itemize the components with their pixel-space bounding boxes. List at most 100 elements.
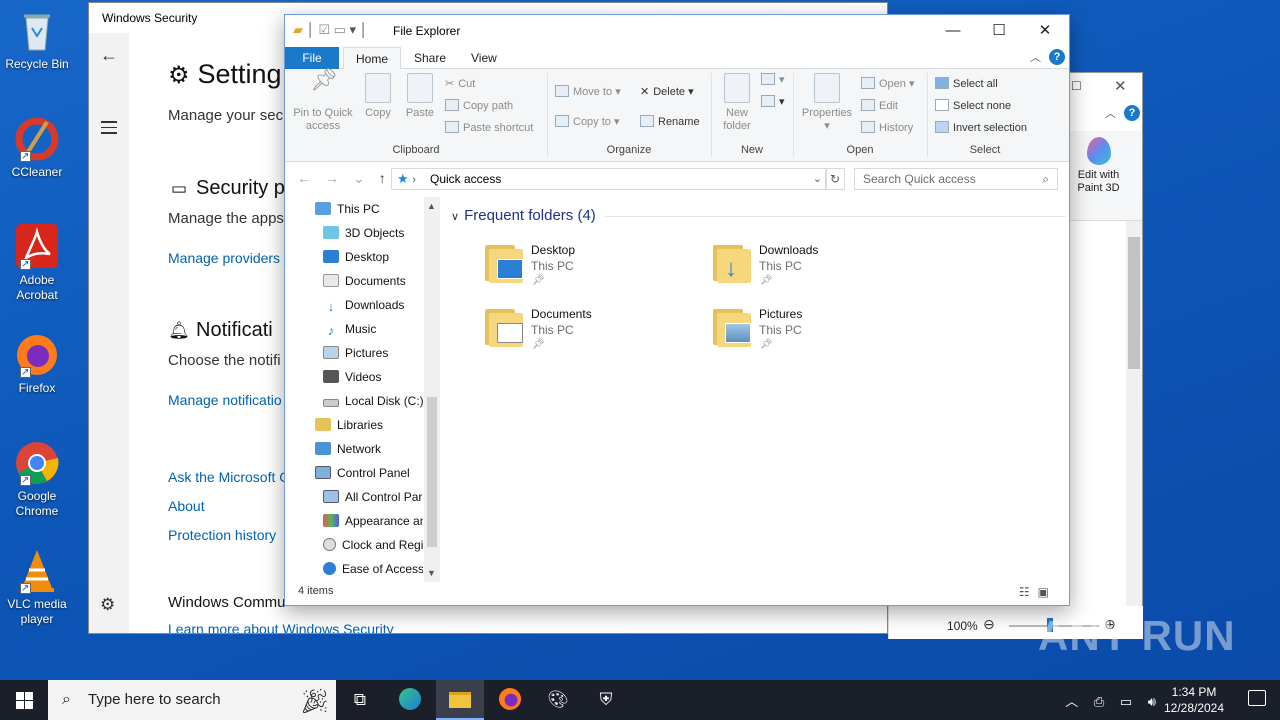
nav-item-pictures[interactable]: Pictures xyxy=(323,341,388,365)
folder-tile-downloads[interactable]: ↓ Downloads This PC 📌︎ xyxy=(713,239,933,299)
explorer-titlebar: ▰ │ ☑ ▭ ▾ │ File Explorer — ☐ ✕ xyxy=(285,15,1069,47)
desktop-icon-recycle-bin[interactable]: Recycle Bin xyxy=(4,8,70,72)
tab-view[interactable]: View xyxy=(459,47,509,69)
file-explorer-taskbar-icon[interactable] xyxy=(436,680,484,720)
select-none-button[interactable]: Select none xyxy=(935,99,1011,112)
videos-icon xyxy=(323,370,339,383)
open-button[interactable]: Open ▾ xyxy=(861,77,915,90)
quick-access-toolbar[interactable]: ▰ │ ☑ ▭ ▾ │ xyxy=(293,22,368,38)
invert-selection-button[interactable]: Invert selection xyxy=(935,121,1027,134)
nav-item-control-panel[interactable]: Control Panel xyxy=(315,461,410,485)
paste-shortcut-button[interactable]: Paste shortcut xyxy=(445,121,533,134)
new-item-icon[interactable]: ▾ xyxy=(761,73,785,86)
folder-tile-desktop[interactable]: Desktop This PC 📌︎ xyxy=(485,239,705,299)
edit-button[interactable]: Edit xyxy=(861,99,898,112)
manage-notifications-link[interactable]: Manage notificatio xyxy=(168,392,282,408)
folder-tile-documents[interactable]: Documents This PC 📌︎ xyxy=(485,303,705,363)
minimize-icon[interactable]: — xyxy=(930,19,976,43)
view-mode-icons[interactable]: ☷▣ xyxy=(1019,585,1057,599)
nav-item-ease-of-access[interactable]: Ease of Access xyxy=(323,557,423,581)
nav-item-music[interactable]: ♪ Music xyxy=(323,317,377,341)
taskbar-search-box[interactable]: ⌕ Type here to search 🎉︎ xyxy=(48,680,336,720)
desktop-icon-firefox[interactable]: Firefox xyxy=(4,332,70,396)
address-dropdown-icon[interactable]: ⌄ xyxy=(813,169,822,189)
help-icon[interactable]: ? xyxy=(1124,105,1140,121)
tab-home[interactable]: Home xyxy=(343,47,402,70)
nav-item-documents[interactable]: Documents xyxy=(323,269,406,293)
nav-item-network[interactable]: Network xyxy=(315,437,381,461)
address-bar[interactable]: ★ › Quick access ⌄ xyxy=(391,168,827,190)
close-icon[interactable]: ✕ xyxy=(1114,77,1127,95)
nav-item-3d-objects[interactable]: 3D Objects xyxy=(323,221,404,245)
zoom-out-icon[interactable]: ⊖ xyxy=(983,616,995,633)
nav-item-this-pc[interactable]: This PC xyxy=(315,197,380,221)
ask-microsoft-link[interactable]: Ask the Microsoft C xyxy=(168,469,289,485)
maximize-icon[interactable]: ☐ xyxy=(1071,79,1082,93)
cut-button[interactable]: ✂ Cut xyxy=(445,77,475,90)
search-input[interactable]: Search Quick access ⌕ xyxy=(854,168,1058,190)
easy-access-icon[interactable]: ▾ xyxy=(761,95,785,108)
desktop-icon-ccleaner[interactable]: CCleaner xyxy=(4,116,70,180)
refresh-icon[interactable]: ↻ xyxy=(825,168,845,190)
about-link[interactable]: About xyxy=(168,498,205,514)
this-pc-icon xyxy=(315,202,331,215)
nav-item-clock-region[interactable]: Clock and Regi xyxy=(323,533,423,557)
back-arrow-icon[interactable]: ← xyxy=(100,45,118,66)
vertical-scrollbar[interactable] xyxy=(1126,221,1142,638)
home-ribbon: 📌︎ Pin to Quick access Copy Paste ✂ Cut C… xyxy=(285,69,1069,162)
tray-icons[interactable]: ︿ ⎙ ▭ 🔊︎ xyxy=(1065,691,1162,710)
select-all-button[interactable]: Select all xyxy=(935,77,998,90)
manage-providers-link[interactable]: Manage providers xyxy=(168,250,280,266)
nav-item-desktop[interactable]: Desktop xyxy=(323,245,389,269)
notification-icon[interactable] xyxy=(1248,690,1266,706)
navigation-pane: This PC 3D Objects Desktop Documents ↓ Do… xyxy=(285,197,439,582)
scroll-down-icon[interactable]: ▼ xyxy=(427,568,436,578)
nav-item-appearance[interactable]: Appearance an xyxy=(323,509,423,533)
edge-taskbar-icon[interactable] xyxy=(386,680,434,720)
firefox-taskbar-icon[interactable] xyxy=(486,680,534,720)
tab-file[interactable]: File xyxy=(285,47,339,69)
desktop-icon-vlc[interactable]: VLC media player xyxy=(4,548,70,627)
desktop-icon-adobe-acrobat[interactable]: Adobe Acrobat xyxy=(4,224,70,303)
close-icon[interactable]: ✕ xyxy=(1022,19,1068,43)
copy-to-button[interactable]: Copy to ▾ xyxy=(555,115,620,128)
new-folder-button[interactable]: New folder xyxy=(715,73,759,133)
nav-item-downloads[interactable]: ↓ Downloads xyxy=(323,293,405,317)
move-to-button[interactable]: Move to ▾ xyxy=(555,85,621,98)
pin-to-quick-access-button[interactable]: 📌︎ Pin to Quick access xyxy=(291,69,355,133)
group-header-frequent-folders[interactable]: ∨ Frequent folders (4) xyxy=(451,207,596,224)
clock[interactable]: 1:34 PM 12/28/2024 xyxy=(1162,684,1226,716)
protection-history-link[interactable]: Protection history xyxy=(168,527,276,543)
desktop-icon-label: CCleaner xyxy=(11,165,63,179)
settings-gear-icon[interactable]: ⚙ xyxy=(100,595,115,615)
nav-item-local-disk[interactable]: Local Disk (C:) xyxy=(323,389,424,413)
nav-item-libraries[interactable]: Libraries xyxy=(315,413,383,437)
start-button[interactable] xyxy=(0,680,48,720)
maximize-icon[interactable]: ☐ xyxy=(976,19,1022,43)
windows-security-taskbar-icon[interactable]: ⛨ xyxy=(582,680,630,720)
scroll-thumb[interactable] xyxy=(427,397,437,547)
nav-item-all-control-panel[interactable]: All Control Par xyxy=(323,485,423,509)
history-button[interactable]: History xyxy=(861,121,913,134)
paste-button[interactable]: Paste xyxy=(401,73,439,120)
chevron-up-icon[interactable]: ︿ xyxy=(1030,49,1041,65)
chevron-up-icon[interactable]: ︿ xyxy=(1105,105,1116,121)
help-icon[interactable]: ? xyxy=(1049,49,1065,65)
task-view-icon[interactable]: ⧉ xyxy=(336,680,384,720)
navigation-arrows[interactable]: ←→⌄↑ xyxy=(297,170,400,187)
delete-button[interactable]: ✕ Delete ▾ xyxy=(640,85,694,98)
edit-with-paint3d-button[interactable]: Edit with Paint 3D xyxy=(1071,133,1126,195)
learn-more-link[interactable]: Learn more about Windows Security xyxy=(168,621,394,633)
desktop-icon-chrome[interactable]: Google Chrome xyxy=(4,440,70,519)
rename-button[interactable]: Rename xyxy=(640,115,700,128)
nav-pane-scrollbar[interactable]: ▲ ▼ xyxy=(424,197,440,582)
nav-item-videos[interactable]: Videos xyxy=(323,365,381,389)
copy-button[interactable]: Copy xyxy=(359,73,397,120)
folder-tile-pictures[interactable]: Pictures This PC 📌︎ xyxy=(713,303,933,363)
paint3d-taskbar-icon[interactable]: 🎨︎ xyxy=(534,680,582,720)
hamburger-menu-icon[interactable] xyxy=(101,121,117,138)
scroll-up-icon[interactable]: ▲ xyxy=(427,201,436,211)
properties-button[interactable]: Properties ▾ xyxy=(797,73,857,133)
tab-share[interactable]: Share xyxy=(402,47,458,69)
copy-path-button[interactable]: Copy path xyxy=(445,99,513,112)
